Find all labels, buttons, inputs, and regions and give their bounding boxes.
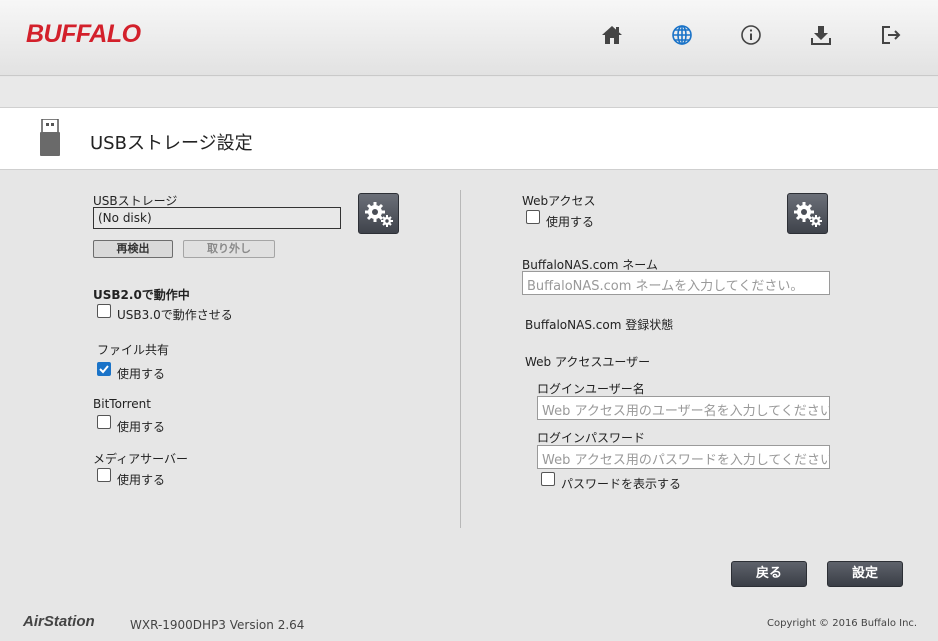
web-access-checkbox[interactable] [526,210,540,224]
show-password-checkbox[interactable] [541,472,555,486]
login-user-label: ログインユーザー名 [537,382,645,396]
usb-storage-field: (No disk) [93,207,341,229]
copyright: Copyright © 2016 Buffalo Inc. [767,618,918,629]
login-user-input[interactable]: Web アクセス用のユーザー名を入力してください。 [537,396,830,420]
login-pass-input[interactable]: Web アクセス用のパスワードを入力してください。 [537,445,830,469]
media-server-label: メディアサーバー [93,452,189,466]
usb3-label: USB3.0で動作させる [117,308,233,322]
usb-storage-settings-button[interactable] [358,193,399,234]
column-divider [460,190,461,528]
rescan-button[interactable]: 再検出 [93,240,173,258]
download-icon[interactable] [808,22,834,48]
airstation-logo: AirStation [23,613,95,630]
usb3-checkbox[interactable] [97,304,111,318]
file-share-use-label: 使用する [117,367,166,381]
info-icon[interactable] [738,22,764,48]
usb-mode-status: USB2.0で動作中 [93,288,190,302]
page-title: USBストレージ設定 [90,133,253,154]
buffalo-logo: BUFFALO [26,20,141,48]
web-user-label: Web アクセスユーザー [525,355,651,369]
back-button[interactable]: 戻る [731,561,807,587]
web-access-use-label: 使用する [546,215,595,229]
show-password-label: パスワードを表示する [561,477,682,491]
login-pass-label: ログインパスワード [537,431,646,445]
media-server-use-label: 使用する [117,473,166,487]
web-access-label: Webアクセス [522,194,596,208]
logout-icon[interactable] [878,22,904,48]
globe-icon[interactable] [669,22,695,48]
apply-button[interactable]: 設定 [827,561,903,587]
nas-name-input[interactable]: BuffaloNAS.com ネームを入力してください。 [522,271,830,295]
top-bar: BUFFALO [0,0,938,76]
bittorrent-use-label: 使用する [117,420,166,434]
checkmark-icon [99,365,109,374]
file-share-label: ファイル共有 [97,343,170,357]
model-version: WXR-1900DHP3 Version 2.64 [130,618,305,632]
bittorrent-checkbox[interactable] [97,415,111,429]
file-share-checkbox[interactable] [97,362,111,376]
home-icon[interactable] [599,22,625,48]
sub-header-strip [0,77,938,108]
media-server-checkbox[interactable] [97,468,111,482]
gears-icon [793,201,822,227]
gears-icon [364,201,393,227]
usb-stick-icon [39,118,61,161]
web-access-settings-button[interactable] [787,193,828,234]
bittorrent-label: BitTorrent [93,397,151,411]
nas-status-label: BuffaloNAS.com 登録状態 [525,318,674,332]
remove-button[interactable]: 取り外し [183,240,275,258]
